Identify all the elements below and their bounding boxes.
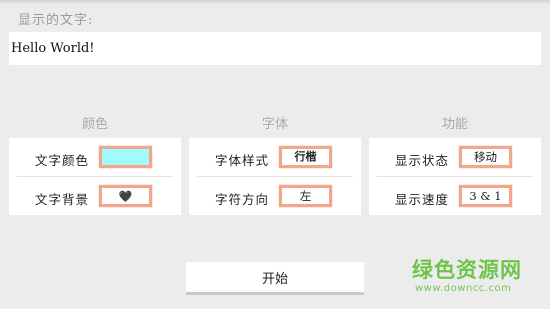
watermark-url: www.downcc.com (415, 283, 512, 294)
text-color-swatch-button[interactable] (99, 146, 152, 168)
font-panel: 字体样式 行楷 字符方向 左 (189, 138, 361, 215)
char-direction-row: 字符方向 左 (189, 177, 361, 215)
text-color-label: 文字颜色 (35, 153, 90, 168)
font-style-row: 字体样式 行楷 (189, 138, 361, 176)
start-button[interactable]: 开始 (186, 262, 364, 295)
section-title-function: 功能 (441, 117, 468, 132)
text-background-button[interactable]: 🖤 (99, 185, 152, 207)
display-speed-row: 显示速度 3 & 1 (369, 177, 541, 215)
display-state-label: 显示状态 (395, 153, 450, 168)
display-state-button[interactable]: 移动 (459, 146, 512, 168)
display-text-label: 显示的文字: (18, 13, 94, 28)
heart-icon: 🖤 (118, 190, 133, 203)
display-state-row: 显示状态 移动 (369, 138, 541, 176)
text-background-label: 文字背景 (35, 192, 90, 207)
top-shadow (0, 0, 550, 4)
color-panel: 文字颜色 文字背景 🖤 (9, 138, 181, 215)
watermark-logo-text: 绿色资源网 (412, 258, 522, 282)
font-style-button[interactable]: 行楷 (279, 146, 332, 168)
display-speed-button[interactable]: 3 & 1 (459, 185, 512, 207)
display-text-input[interactable] (9, 32, 541, 65)
display-speed-label: 显示速度 (395, 192, 450, 207)
char-direction-button[interactable]: 左 (279, 185, 332, 207)
font-style-label: 字体样式 (215, 153, 270, 168)
text-background-row: 文字背景 🖤 (9, 177, 181, 215)
char-direction-label: 字符方向 (215, 192, 270, 207)
section-title-color: 颜色 (81, 117, 108, 132)
site-watermark: 绿色资源网 www.downcc.com (412, 257, 532, 295)
text-color-row: 文字颜色 (9, 138, 181, 176)
section-title-font: 字体 (261, 117, 288, 132)
function-panel: 显示状态 移动 显示速度 3 & 1 (369, 138, 541, 215)
